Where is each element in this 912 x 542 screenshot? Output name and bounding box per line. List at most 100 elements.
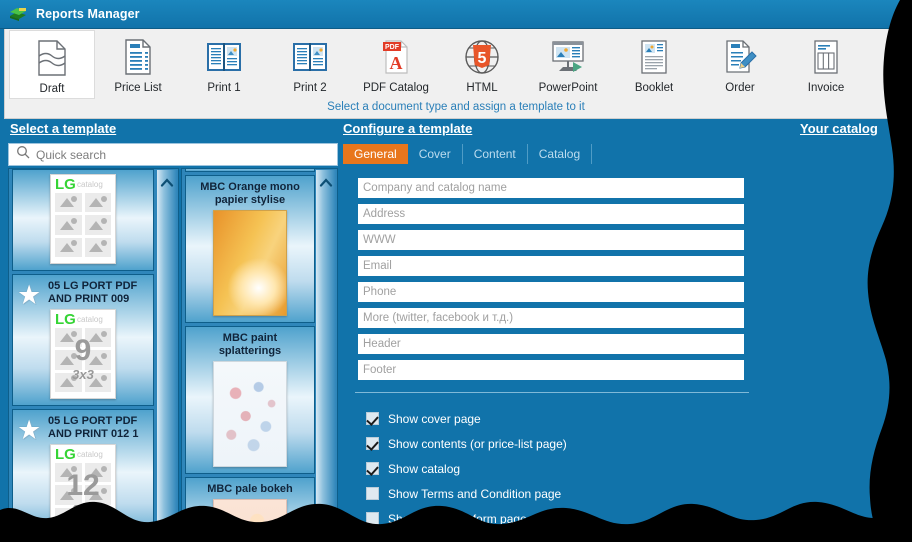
toolbar-item-print-2[interactable]: Print 2: [267, 30, 353, 99]
more-field[interactable]: More (twitter, facebook и т.д.): [358, 308, 744, 328]
template-list-right-scroll: MBC Orange mono papier stylise MBC paint…: [182, 169, 318, 541]
template-list-left: LG catalog ★ 05 LG PORT PDF AND PRINT 00…: [8, 168, 179, 542]
field-placeholder: Address: [363, 208, 406, 220]
field-placeholder: WWW: [363, 234, 396, 246]
search-input[interactable]: Quick search: [8, 143, 338, 166]
svg-text:A: A: [390, 53, 403, 73]
template-card[interactable]: ★ 05 LG PORT PDF AND PRINT 012 1 LG cata…: [12, 409, 154, 541]
toolbar-item-label: PDF Catalog: [363, 82, 429, 94]
scrollbar-left[interactable]: [157, 170, 177, 540]
checkbox-show-order-form[interactable]: [366, 512, 379, 525]
configure-tabs: General Cover Content Catalog: [343, 144, 593, 164]
template-card[interactable]: MBC Orange mono papier stylise: [185, 175, 315, 323]
template-card[interactable]: [185, 169, 315, 172]
scrollbar-right[interactable]: [316, 170, 336, 540]
price-list-document-icon: [122, 36, 154, 78]
field-placeholder: Email: [363, 260, 392, 272]
toolbar-item-draft[interactable]: Draft: [9, 30, 95, 99]
toolbar-item-powerpoint[interactable]: PowerPoint: [525, 30, 611, 99]
toolbar-item-label: Print 2: [293, 82, 327, 94]
checkbox-label: Show Terms and Condition page: [388, 486, 562, 501]
toolbar-item-order[interactable]: Order: [697, 30, 783, 99]
favorite-star-icon: ★: [17, 280, 42, 310]
tab-content[interactable]: Content: [463, 144, 528, 164]
template-list-left-scroll: LG catalog ★ 05 LG PORT PDF AND PRINT 00…: [9, 169, 157, 541]
toolbar-item-label: HTML: [466, 82, 498, 94]
document-type-toolbar: Draft Price List Print 1 Print 2 PDF A P…: [4, 29, 908, 119]
open-book-icon: [292, 36, 328, 78]
checkbox-row-show-terms[interactable]: Show Terms and Condition page: [366, 481, 746, 506]
toolbar-item-label: Price List: [114, 82, 162, 94]
chevron-up-icon[interactable]: [319, 176, 333, 189]
checkbox-row-show-order-form[interactable]: Show the order form page: [366, 506, 746, 531]
field-placeholder: Header: [363, 338, 401, 350]
checkbox-show-terms[interactable]: [366, 487, 379, 500]
field-placeholder: More (twitter, facebook и т.д.): [363, 312, 514, 324]
tab-general[interactable]: General: [343, 144, 408, 164]
checkbox-row-show-catalog[interactable]: Show catalog: [366, 456, 746, 481]
order-pencil-icon: [723, 36, 757, 78]
toolbar-item-label: PowerPoint: [538, 82, 598, 94]
search-icon: [16, 145, 30, 164]
template-thumbnail: LG catalog: [50, 174, 116, 264]
thumbnail-count: 12: [66, 469, 100, 502]
open-book-icon: [206, 36, 242, 78]
your-catalog-link[interactable]: Your catalog: [800, 121, 878, 136]
lg-logo-text: LG: [55, 446, 76, 463]
template-thumbnail: LG catalog 9 3x3: [50, 309, 116, 399]
footer-field[interactable]: Footer: [358, 360, 744, 380]
thumbnail-layout: 3x3: [72, 367, 94, 382]
checkbox-show-contents[interactable]: [366, 437, 379, 450]
tab-cover[interactable]: Cover: [408, 144, 463, 164]
reports-stack-icon: [8, 5, 28, 23]
checkbox-show-cover-page[interactable]: [366, 412, 379, 425]
checkbox-row-show-cover-page[interactable]: Show cover page: [366, 406, 746, 431]
template-card[interactable]: MBC paint splatterings: [185, 326, 315, 474]
template-name: MBC pale bokeh: [207, 483, 293, 495]
template-thumbnail: [213, 499, 287, 541]
template-card[interactable]: LG catalog: [12, 169, 154, 271]
phone-field[interactable]: Phone: [358, 282, 744, 302]
template-name: MBC paint splatterings: [218, 332, 282, 357]
checkbox-row-show-contents[interactable]: Show contents (or price-list page): [366, 431, 746, 456]
toolbar-item-label: Draft: [39, 83, 65, 95]
template-name: MBC Orange mono papier stylise: [200, 181, 300, 206]
chevron-up-icon[interactable]: [160, 176, 174, 189]
reports-manager-window: Reports Manager Draft Price List Print 1…: [0, 0, 912, 542]
template-card[interactable]: MBC pale bokeh: [185, 477, 315, 541]
address-field[interactable]: Address: [358, 204, 744, 224]
html5-globe-icon: 5: [463, 36, 501, 78]
toolbar-hint: Select a document type and assign a temp…: [327, 101, 585, 113]
company-name-field[interactable]: Company and catalog name: [358, 178, 744, 198]
checkbox-label: Show contents (or price-list page): [388, 436, 567, 451]
select-template-heading[interactable]: Select a template: [10, 121, 116, 136]
configure-template-heading[interactable]: Configure a template: [343, 121, 472, 136]
lg-logo-text: LG: [55, 311, 76, 328]
catalog-word: catalog: [77, 180, 103, 189]
toolbar-item-print-1[interactable]: Print 1: [181, 30, 267, 99]
email-field[interactable]: Email: [358, 256, 744, 276]
tab-catalog[interactable]: Catalog: [528, 144, 593, 164]
toolbar-item-booklet[interactable]: Booklet: [611, 30, 697, 99]
toolbar-item-label: Invoice: [807, 82, 845, 94]
page-options-group: Show cover page Show contents (or price-…: [366, 406, 746, 531]
search-placeholder: Quick search: [36, 147, 107, 162]
toolbar-item-label: Print 1: [207, 82, 241, 94]
window-title: Reports Manager: [36, 7, 140, 21]
template-list-right: MBC Orange mono papier stylise MBC paint…: [181, 168, 338, 542]
toolbar-item-pdf-catalog[interactable]: PDF A PDF Catalog: [353, 30, 439, 99]
checkbox-label: Show cover page: [388, 411, 481, 426]
section-divider: [355, 392, 749, 393]
template-card[interactable]: ★ 05 LG PORT PDF AND PRINT 009 LG catalo…: [12, 274, 154, 406]
field-placeholder: Phone: [363, 286, 397, 298]
thumbnail-layout: 3x4: [72, 502, 94, 517]
toolbar-item-price-list[interactable]: Price List: [95, 30, 181, 99]
toolbar-item-invoice[interactable]: Invoice: [783, 30, 869, 99]
toolbar-item-html[interactable]: 5 HTML: [439, 30, 525, 99]
header-field[interactable]: Header: [358, 334, 744, 354]
template-thumbnail: LG catalog 12 3x4: [50, 444, 116, 534]
checkbox-show-catalog[interactable]: [366, 462, 379, 475]
www-field[interactable]: WWW: [358, 230, 744, 250]
presentation-screen-icon: [549, 36, 587, 78]
field-placeholder: Company and catalog name: [363, 182, 507, 194]
